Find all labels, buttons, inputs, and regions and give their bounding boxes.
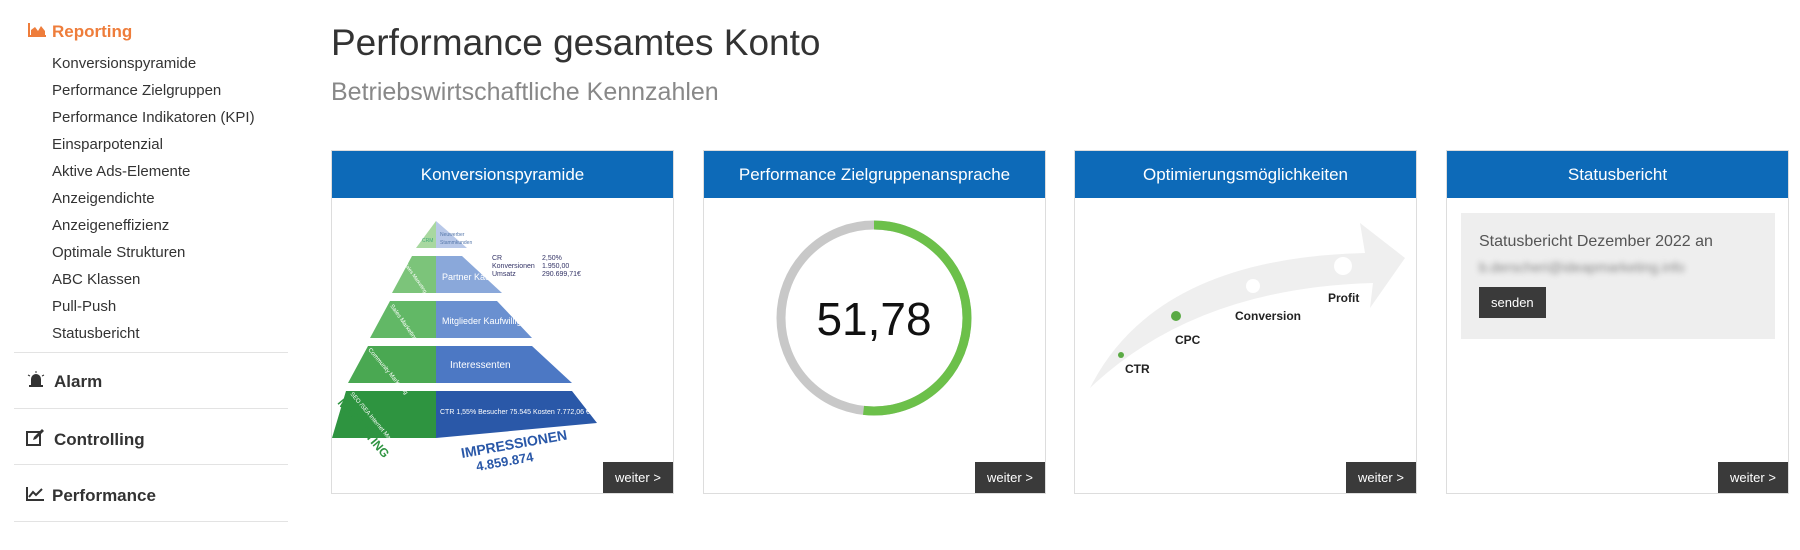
sidebar-item[interactable]: Optimale Strukturen — [52, 244, 185, 261]
divider — [14, 408, 288, 409]
area-chart-icon — [28, 22, 46, 42]
weiter-button[interactable]: weiter > — [975, 462, 1045, 493]
status-box: Statusbericht Dezember 2022 an b.dersche… — [1461, 213, 1775, 339]
svg-text:Neuwerber: Neuwerber — [440, 232, 465, 238]
senden-button[interactable]: senden — [1479, 287, 1546, 318]
sidebar-item[interactable]: Anzeigendichte — [52, 190, 155, 207]
page-title: Performance gesamtes Konto — [331, 22, 821, 63]
card-title: Optimierungsmöglichkeiten — [1075, 151, 1416, 198]
gauge: 51,78 — [776, 220, 972, 416]
svg-text:Konversionen: Konversionen — [492, 263, 535, 270]
pyramid-level-label: CTR 1,55% Besucher 75.545 Kosten 7.772,0… — [440, 409, 590, 416]
conversion-pyramid-graphic: Sales Marketing Sales Marketing Communit… — [332, 221, 597, 474]
svg-text:CPC: CPC — [1175, 333, 1201, 347]
sidebar-item[interactable]: Aktive Ads-Elemente — [52, 163, 190, 180]
page-subtitle: Betriebswirtschaftliche Kennzahlen — [331, 78, 719, 106]
sidebar-item[interactable]: Performance Indikatoren (KPI) — [52, 109, 255, 126]
svg-text:CTR: CTR — [1125, 362, 1150, 376]
sidebar-item[interactable]: Performance Zielgruppen — [52, 82, 221, 99]
svg-text:Profit: Profit — [1328, 291, 1359, 305]
sidebar-item[interactable]: Pull-Push — [52, 298, 116, 315]
sidebar-section-reporting[interactable]: Reporting — [28, 22, 132, 42]
card-optimierungsmoeglichkeiten: Optimierungsmöglichkeiten CTR CPC Conver… — [1074, 150, 1417, 494]
weiter-button[interactable]: weiter > — [603, 462, 673, 493]
divider — [14, 464, 288, 465]
edit-icon — [26, 429, 46, 451]
sidebar-section-controlling[interactable]: Controlling — [26, 429, 145, 451]
growth-arrow-graphic: CTR CPC Conversion Profit — [1090, 223, 1405, 388]
divider — [14, 521, 288, 522]
card-title: Konversionspyramide — [332, 151, 673, 198]
siren-icon — [26, 371, 46, 392]
pyramid-level-label: Mitglieder Kaufwillige — [442, 316, 527, 326]
card-statusbericht: Statusbericht Statusbericht Dezember 202… — [1446, 150, 1789, 494]
svg-text:Umsatz: Umsatz — [492, 271, 516, 278]
pyramid-level-label: Interessenten — [450, 360, 511, 371]
status-email: b.derscheri@ideapmarketing.info — [1479, 259, 1685, 275]
svg-text:2,50%: 2,50% — [542, 255, 562, 262]
divider — [14, 352, 288, 353]
sidebar-item[interactable]: Statusbericht — [52, 325, 140, 342]
svg-text:290.699,71€: 290.699,71€ — [542, 271, 581, 278]
svg-text:1.950,00: 1.950,00 — [542, 263, 569, 270]
card-performance-zielgruppen: Performance Zielgruppenansprache 51,78 w… — [703, 150, 1046, 494]
svg-text:Stammkunden: Stammkunden — [440, 240, 472, 246]
card-title: Performance Zielgruppenansprache — [704, 151, 1045, 198]
card-title: Statusbericht — [1447, 151, 1788, 198]
status-text: Statusbericht Dezember 2022 an — [1479, 233, 1713, 250]
svg-text:Conversion: Conversion — [1235, 309, 1301, 323]
sidebar-section-performance[interactable]: Performance — [26, 486, 156, 506]
sidebar-item[interactable]: ABC Klassen — [52, 271, 140, 288]
card-konversionspyramide: Konversionspyramide Sales Marketing Sale… — [331, 150, 674, 494]
weiter-button[interactable]: weiter > — [1346, 462, 1416, 493]
line-chart-icon — [26, 486, 44, 506]
svg-text:CRM: CRM — [422, 238, 433, 244]
sidebar-section-alarm[interactable]: Alarm — [26, 371, 102, 392]
weiter-button[interactable]: weiter > — [1718, 462, 1788, 493]
gauge-value: 51,78 — [816, 293, 931, 345]
svg-text:CR: CR — [492, 255, 502, 262]
sidebar-item[interactable]: Anzeigeneffizienz — [52, 217, 169, 234]
sidebar-item[interactable]: Einsparpotenzial — [52, 136, 163, 153]
sidebar-item[interactable]: Konversionspyramide — [52, 55, 196, 72]
